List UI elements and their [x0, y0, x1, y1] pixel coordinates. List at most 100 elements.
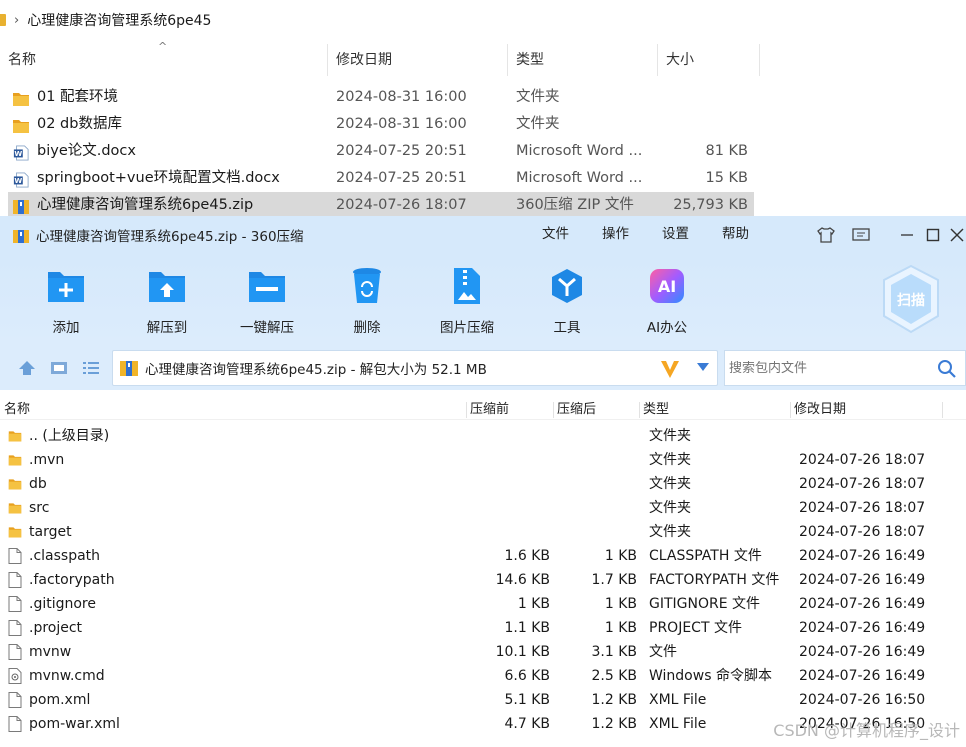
file-type: Microsoft Word ... [516, 170, 643, 186]
svg-text:AI: AI [658, 277, 676, 296]
archive-file-row[interactable]: mvnw 10.1 KB 3.1 KB 文件 2024-07-26 16:49 [0, 640, 966, 664]
archive-file-row[interactable]: .project 1.1 KB 1 KB PROJECT 文件 2024-07-26 1… [0, 616, 966, 640]
skin-icon[interactable] [815, 224, 837, 246]
archive-file-row[interactable]: target 文件夹 2024-07-26 18:07 [0, 520, 966, 544]
archive-path-bar[interactable]: 心理健康咨询管理系统6pe45.zip - 解包大小为 52.1 MB [112, 350, 718, 386]
search-box[interactable] [724, 350, 966, 386]
v-logo-icon[interactable] [659, 358, 681, 380]
maximize-icon[interactable] [922, 224, 944, 246]
size-before: 14.6 KB [495, 572, 550, 588]
breadcrumb[interactable]: 心理健康咨询管理系统6pe45 [27, 10, 211, 30]
file-name: .project [29, 620, 83, 636]
modified-date: 2024-07-26 16:49 [799, 596, 926, 612]
minimize-icon[interactable] [896, 224, 918, 246]
archive-file-row[interactable]: pom.xml 5.1 KB 1.2 KB XML File 2024-07-26 16… [0, 688, 966, 712]
file-icon [8, 716, 22, 732]
menu-settings[interactable]: 设置 [662, 216, 689, 252]
archive-file-row[interactable]: .. (上级目录) 文件夹 [0, 424, 966, 448]
search-input[interactable] [729, 360, 929, 376]
menu-help[interactable]: 帮助 [722, 216, 749, 252]
modified-date: 2024-07-26 18:07 [799, 452, 926, 468]
menu-file[interactable]: 文件 [542, 216, 569, 252]
archive-file-row[interactable]: src 文件夹 2024-07-26 18:07 [0, 496, 966, 520]
zip-archive-icon [12, 198, 30, 214]
column-date[interactable]: 修改日期 [790, 400, 846, 420]
image-compress-button[interactable]: 图片压缩 [427, 266, 507, 342]
column-type[interactable]: 类型 [508, 44, 658, 76]
file-name: 心理健康咨询管理系统6pe45.zip [37, 197, 254, 213]
tools-button[interactable]: 工具 [527, 266, 607, 342]
archive-file-row[interactable]: mvnw.cmd 6.6 KB 2.5 KB Windows 命令脚本 2024-07-… [0, 664, 966, 688]
svg-text:W: W [14, 176, 22, 185]
file-icon [8, 692, 22, 708]
file-size: 25,793 KB [673, 197, 748, 213]
size-after: 3.1 KB [591, 644, 638, 660]
file-type: 文件夹 [649, 524, 691, 540]
column-after[interactable]: 压缩后 [553, 400, 596, 420]
word-doc-icon: W [12, 144, 30, 161]
chevron-down-icon[interactable] [697, 363, 709, 371]
delete-button[interactable]: 删除 [327, 266, 407, 342]
explorer-file-row[interactable]: 心理健康咨询管理系统6pe45.zip 2024-07-26 18:07 360压缩… [8, 192, 754, 219]
file-name: biye论文.docx [37, 143, 136, 159]
archive-file-row[interactable]: .mvn 文件夹 2024-07-26 18:07 [0, 448, 966, 472]
size-before: 6.6 KB [504, 668, 551, 684]
watermark: CSDN @计算机程序_设计 [773, 721, 960, 740]
explorer-file-row[interactable]: Wspringboot+vue环境配置文档.docx 2024-07-25 20:… [8, 165, 754, 192]
feedback-icon[interactable] [850, 224, 872, 246]
column-before[interactable]: 压缩前 [466, 400, 509, 420]
one-click-extract-icon [247, 266, 287, 306]
extract-to-button[interactable]: 解压到 [127, 266, 207, 342]
list-view-icon[interactable] [81, 358, 101, 378]
folder-icon [8, 476, 22, 492]
menu-operate[interactable]: 操作 [602, 216, 629, 252]
thumbnail-view-icon[interactable] [49, 358, 69, 378]
ai-office-button[interactable]: AI AI办公 [627, 266, 707, 342]
archive-file-row[interactable]: db 文件夹 2024-07-26 18:07 [0, 472, 966, 496]
file-size: 81 KB [705, 143, 748, 159]
one-click-extract-button[interactable]: 一键解压 [227, 266, 307, 342]
up-level-icon[interactable] [17, 358, 37, 378]
size-after: 1 KB [604, 548, 637, 564]
window-title: 心理健康咨询管理系统6pe45.zip - 360压缩 [36, 229, 304, 245]
column-date[interactable]: 修改日期 [328, 44, 508, 76]
explorer-file-row[interactable]: Wbiye论文.docx 2024-07-25 20:51 Microsoft Wo… [8, 138, 754, 165]
ai-icon: AI [647, 266, 687, 306]
add-button[interactable]: 添加 [26, 266, 106, 342]
size-after: 2.5 KB [591, 668, 638, 684]
archive-file-row[interactable]: .classpath 1.6 KB 1 KB CLASSPATH 文件 2024-07-… [0, 544, 966, 568]
file-name: mvnw [29, 644, 72, 660]
image-compress-label: 图片压缩 [440, 320, 494, 336]
archive-file-row[interactable]: .factorypath 14.6 KB 1.7 KB FACTORYPATH 文件 2… [0, 568, 966, 592]
column-type[interactable]: 类型 [639, 400, 669, 420]
tools-icon [547, 266, 587, 306]
modified-date: 2024-07-26 16:49 [799, 668, 926, 684]
file-type: 文件 [649, 644, 677, 660]
size-after: 1 KB [604, 596, 637, 612]
scan-button[interactable]: 扫描 [880, 264, 942, 334]
explorer-file-row[interactable]: 01 配套环境 2024-08-31 16:00 文件夹 [8, 84, 754, 111]
column-name[interactable]: 名称 [0, 400, 30, 420]
file-name: .classpath [29, 548, 101, 564]
extract-to-label: 解压到 [146, 320, 188, 336]
file-icon [8, 596, 22, 612]
chevron-right-icon[interactable]: › [14, 13, 19, 28]
column-divider[interactable] [942, 402, 943, 418]
size-before: 1 KB [517, 596, 550, 612]
search-icon[interactable] [937, 359, 957, 379]
navigation-bar: 心理健康咨询管理系统6pe45.zip - 解包大小为 52.1 MB [0, 346, 966, 390]
one-click-extract-label: 一键解压 [240, 320, 294, 336]
file-type: 文件夹 [649, 500, 691, 516]
size-before: 1.1 KB [504, 620, 551, 636]
close-icon[interactable] [946, 224, 966, 246]
archive-file-row[interactable]: .gitignore 1 KB 1 KB GITIGNORE 文件 2024-07-26… [0, 592, 966, 616]
file-type: 文件夹 [649, 428, 691, 444]
file-name: mvnw.cmd [29, 668, 105, 684]
address-bar[interactable]: › 心理健康咨询管理系统6pe45 [0, 6, 966, 34]
size-after: 1.7 KB [591, 572, 638, 588]
explorer-file-row[interactable]: 02 db数据库 2024-08-31 16:00 文件夹 [8, 111, 754, 138]
folder-icon [12, 117, 30, 133]
column-size[interactable]: 大小 [658, 44, 760, 76]
column-name[interactable]: 名称 [0, 44, 328, 76]
scan-label: 扫描 [897, 292, 925, 309]
